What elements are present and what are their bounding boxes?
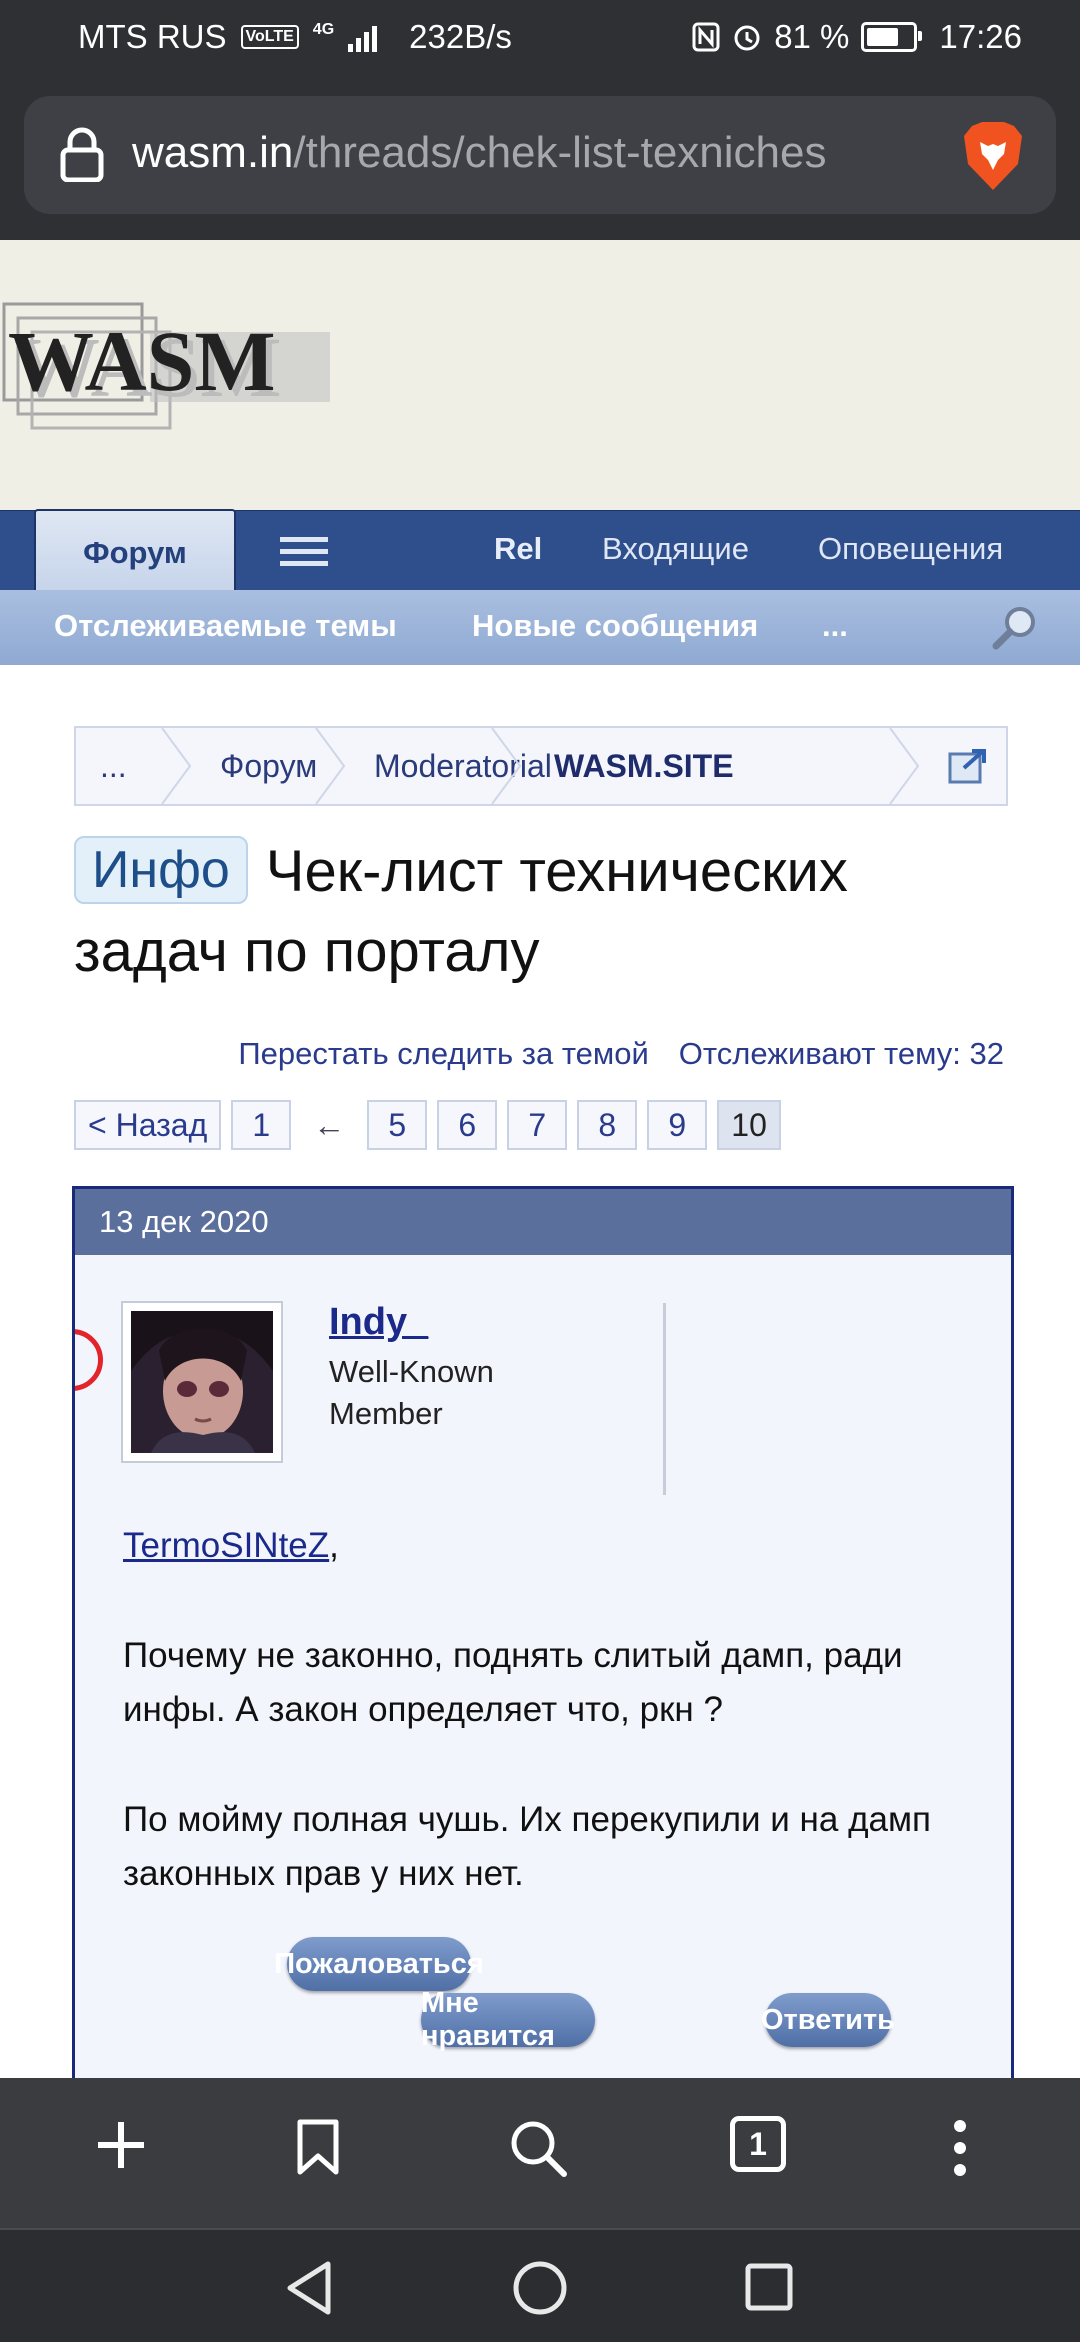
more-icon[interactable] [948, 2118, 972, 2178]
thread-title: Инфо Чек-лист технических задач по портал… [74, 832, 1014, 992]
home-icon[interactable] [512, 2260, 568, 2316]
page-1[interactable]: 1 [231, 1100, 292, 1150]
nav-inbox[interactable]: Входящие [602, 531, 749, 567]
breadcrumb-separator [161, 728, 192, 804]
back-icon[interactable] [284, 2260, 334, 2316]
search-icon[interactable] [508, 2118, 568, 2178]
user-divider [663, 1303, 666, 1495]
post: 13 дек 2020 Indy_ Well-Known Member Term… [72, 1186, 1014, 2212]
report-button[interactable]: Пожаловаться [274, 1937, 484, 1991]
post-date[interactable]: 13 дек 2020 [99, 1204, 269, 1240]
page-8[interactable]: 8 [577, 1100, 638, 1150]
subnav-new-posts[interactable]: Новые сообщения [472, 608, 758, 644]
url-domain: wasm.in [132, 128, 294, 177]
battery-icon [861, 22, 923, 52]
wasm-logo[interactable]: WASM WASM [0, 296, 340, 456]
subnav-more[interactable]: ... [822, 608, 848, 644]
volte-badge: VoLTE [240, 25, 299, 49]
browser-toolbar: 1 [0, 2078, 1080, 2228]
nav-alerts[interactable]: Оповещения [818, 531, 1003, 567]
tab-forum[interactable]: Форум [34, 509, 236, 595]
mention-suffix: , [329, 1526, 339, 1565]
lock-icon [60, 127, 104, 182]
red-indicator-icon [75, 1329, 103, 1391]
plus-icon[interactable] [94, 2118, 148, 2172]
external-link-icon[interactable] [948, 748, 988, 784]
post-body: TermoSINteZ, Почему не законно, поднять … [123, 1519, 983, 1957]
breadcrumb-separator [889, 728, 920, 804]
unwatch-link[interactable]: Перестать следить за темой [238, 1036, 648, 1072]
hamburger-icon[interactable] [278, 535, 330, 569]
sub-nav: Отслеживаемые темы Новые сообщения ... [0, 590, 1080, 665]
recents-icon[interactable] [744, 2262, 794, 2312]
tabs-count: 1 [749, 2125, 767, 2162]
page-9[interactable]: 9 [647, 1100, 708, 1150]
page-gap-arrow[interactable]: ← [301, 1100, 357, 1150]
thread-prefix[interactable]: Инфо [74, 836, 248, 904]
thread-links: Перестать следить за темой Отслеживают т… [238, 1036, 1004, 1072]
search-magnifier-icon[interactable] [990, 604, 1040, 652]
network-speed: 232B/s [409, 18, 512, 55]
alarm-icon [734, 25, 760, 51]
reply-button[interactable]: Ответить [761, 1993, 895, 2047]
breadcrumb-separator [315, 728, 346, 804]
battery-percent: 81 % [774, 18, 850, 55]
post-header: 13 дек 2020 [75, 1189, 1011, 1255]
breadcrumb-item[interactable]: ... [100, 728, 127, 804]
breadcrumb-separator [491, 728, 522, 804]
avatar[interactable] [121, 1301, 283, 1463]
url-bar[interactable]: wasm.in/threads/chek-list-texniches [24, 96, 1056, 214]
page-prev-button[interactable]: < Назад [74, 1100, 222, 1150]
post-paragraph: Почему не законно, поднять слитый дамп, … [123, 1636, 903, 1729]
url-path: /threads/chek-list-texniches [293, 128, 827, 177]
page-5[interactable]: 5 [367, 1100, 428, 1150]
page-7[interactable]: 7 [507, 1100, 568, 1150]
signal-icon [348, 22, 378, 52]
like-button[interactable]: Мне нравится [421, 1987, 595, 2052]
avatar-image [131, 1311, 273, 1453]
breadcrumb-item[interactable]: Форум [220, 728, 317, 804]
post-username[interactable]: Indy_ [329, 1301, 428, 1344]
page-10-current[interactable]: 10 [717, 1100, 781, 1150]
browser-chrome: MTS RUS VoLTE 4G 232B/s 81 % 17:26 wasm.… [0, 0, 1080, 240]
brave-lion-icon[interactable] [960, 120, 1026, 192]
svg-text:WASM: WASM [8, 313, 276, 409]
nav-rel[interactable]: Rel [494, 531, 542, 567]
bookmark-icon[interactable] [296, 2118, 340, 2176]
main-nav: Форум Rel Входящие Оповещения [0, 509, 1080, 595]
subnav-watched[interactable]: Отслеживаемые темы [54, 608, 397, 644]
tabs-icon[interactable]: 1 [730, 2116, 786, 2172]
breadcrumb: ... Форум Moderatorial WASM.SITE [74, 726, 1008, 806]
watchers-link[interactable]: Отслеживают тему: 32 [679, 1036, 1004, 1072]
network-type: 4G [312, 21, 335, 38]
page-6[interactable]: 6 [437, 1100, 498, 1150]
nfc-icon [692, 22, 720, 52]
status-bar: MTS RUS VoLTE 4G 232B/s 81 % 17:26 [0, 0, 1080, 76]
mention-link[interactable]: TermoSINteZ [123, 1526, 329, 1565]
post-paragraph: По мойму полная чушь. Их перекупили и на… [123, 1800, 931, 1893]
clock: 17:26 [939, 18, 1022, 55]
carrier-label: MTS RUS [78, 18, 227, 55]
user-title: Well-Known Member [329, 1354, 494, 1431]
system-nav-bar [0, 2228, 1080, 2342]
site-header: WASM WASM [0, 240, 1080, 510]
url-text[interactable]: wasm.in/threads/chek-list-texniches [132, 128, 827, 178]
breadcrumb-current[interactable]: WASM.SITE [554, 728, 734, 804]
pagination: < Назад 1 ← 5 6 7 8 9 10 [74, 1098, 781, 1152]
